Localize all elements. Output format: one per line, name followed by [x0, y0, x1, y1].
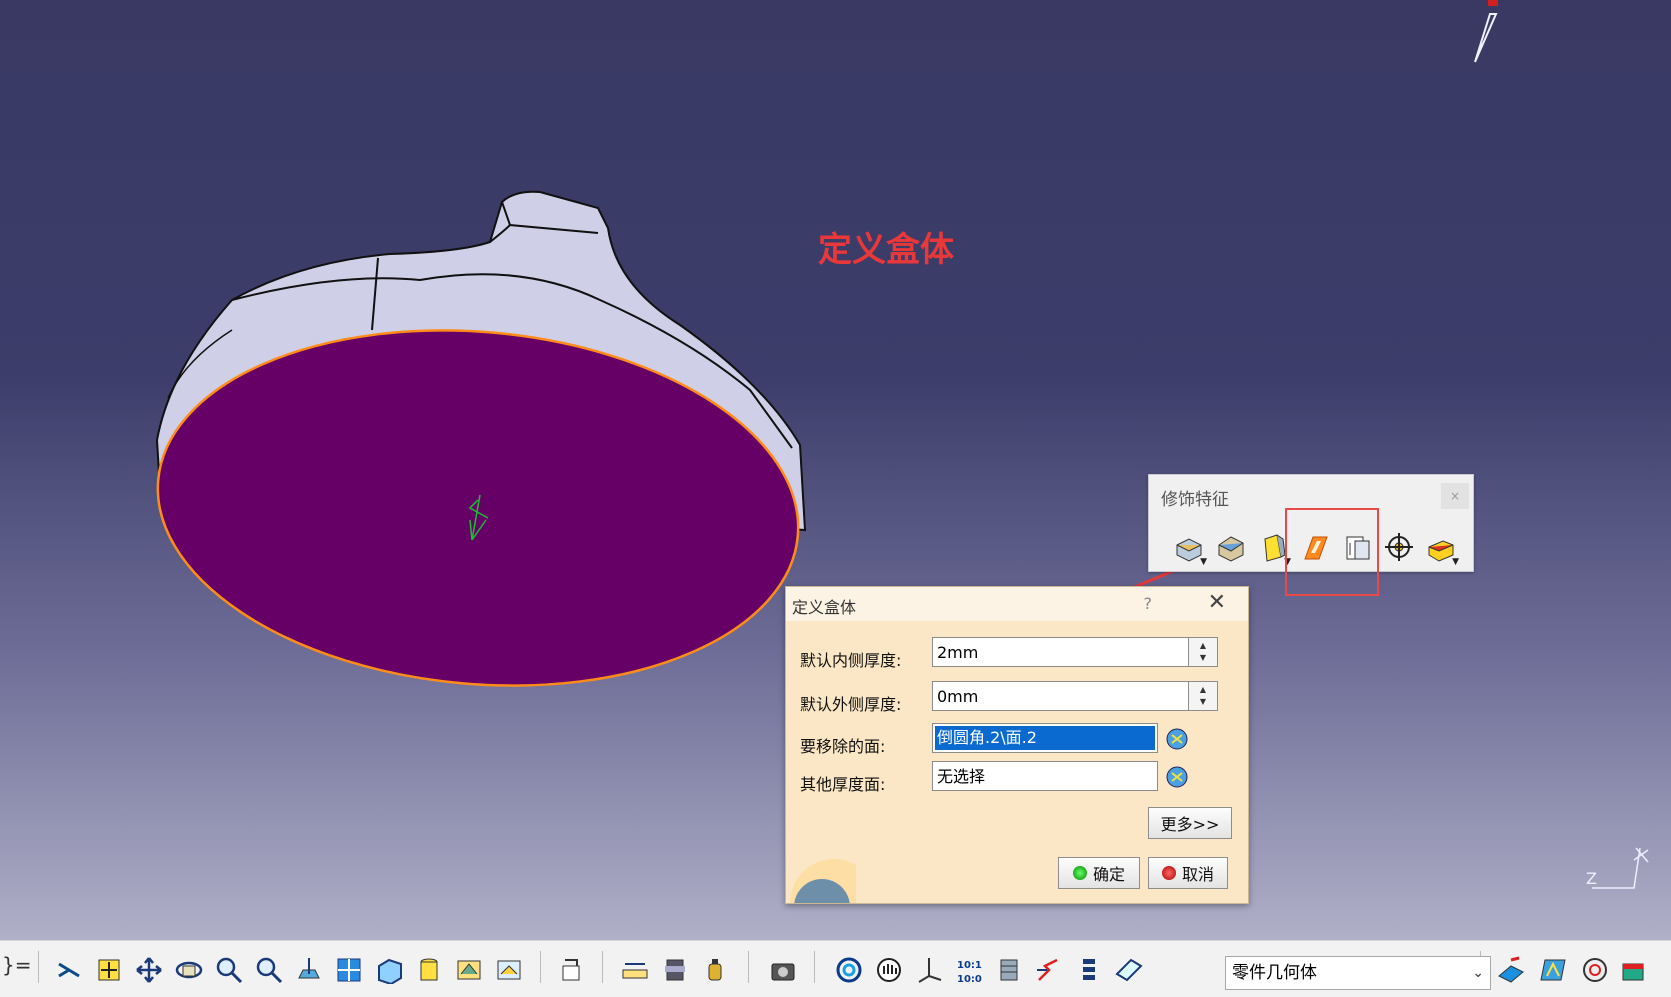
iso-view-icon[interactable]: [374, 955, 404, 985]
current-body-value: 零件几何体: [1232, 963, 1317, 983]
svg-text:10:1: 10:1: [957, 960, 982, 971]
update-all-icon[interactable]: [556, 955, 586, 985]
svg-text:Z: Z: [1586, 869, 1597, 888]
selection-list-button-2[interactable]: [1162, 761, 1192, 791]
chevron-down-icon: ⌄: [1472, 965, 1484, 981]
outer-thickness-stepper[interactable]: ▲ ▼: [1188, 681, 1218, 711]
zoom-out-icon[interactable]: [254, 955, 284, 985]
toolbar-separator: [540, 951, 541, 983]
more-button[interactable]: 更多>>: [1148, 807, 1232, 839]
update-icon[interactable]: [834, 955, 864, 985]
inner-thickness-label: 默认内侧厚度:: [800, 651, 902, 670]
toolbar-separator: [814, 951, 815, 983]
cancel-button[interactable]: 取消: [1148, 857, 1228, 889]
fit-all-icon[interactable]: [94, 955, 124, 985]
pan-icon[interactable]: [134, 955, 164, 985]
analysis-icon[interactable]: [1580, 955, 1610, 985]
constraint-icon[interactable]: [1034, 955, 1064, 985]
outer-thickness-field[interactable]: 0mm: [932, 681, 1192, 711]
measure-item-icon[interactable]: [660, 955, 690, 985]
faces-to-remove-label: 要移除的面:: [800, 737, 886, 756]
dialog-titlebar[interactable]: 定义盒体 ? ✕: [786, 587, 1248, 621]
toolbar-handle[interactable]: }=: [2, 953, 31, 977]
selection-list-button[interactable]: [1162, 723, 1192, 753]
define-shell-dialog[interactable]: 定义盒体 ? ✕ 默认内侧厚度: 2mm ▲ ▼ 默认外侧厚度: 0mm ▲ ▼ 要…: [785, 586, 1249, 904]
capture-icon[interactable]: [768, 955, 798, 985]
toolbar-separator: [748, 951, 749, 983]
shell-icon-highlight: [1285, 508, 1379, 596]
sketch-icon[interactable]: [1496, 955, 1526, 985]
other-thickness-faces-field[interactable]: 无选择: [932, 761, 1158, 791]
body-icon[interactable]: [994, 955, 1024, 985]
shading-icon[interactable]: [414, 955, 444, 985]
help-button[interactable]: ?: [1144, 594, 1153, 613]
outer-thickness-label: 默认外侧厚度:: [800, 695, 902, 714]
rotate-icon[interactable]: [174, 955, 204, 985]
cancel-label: 取消: [1181, 865, 1214, 884]
measure-icon[interactable]: [620, 955, 650, 985]
multi-view-icon[interactable]: [334, 955, 364, 985]
toolbar-separator: [602, 951, 603, 983]
inner-thickness-stepper[interactable]: ▲ ▼: [1188, 637, 1218, 667]
dialog-title: 定义盒体: [792, 598, 857, 617]
plane-icon[interactable]: [1114, 955, 1144, 985]
compass-icon[interactable]: [1618, 955, 1648, 985]
inner-thickness-field[interactable]: 2mm: [932, 637, 1192, 667]
chamfer-icon[interactable]: [1213, 529, 1249, 565]
tree-icon[interactable]: [1074, 955, 1104, 985]
swap-space-icon[interactable]: [494, 955, 524, 985]
remove-face-icon[interactable]: ▼: [1423, 529, 1459, 567]
fly-mode-icon[interactable]: [54, 955, 84, 985]
other-thickness-faces-label: 其他厚度面:: [800, 775, 886, 794]
axis-icon[interactable]: [914, 955, 944, 985]
ok-label: 确定: [1092, 865, 1125, 884]
svg-text:10:0: 10:0: [957, 974, 982, 984]
toolbar-separator: [38, 951, 39, 983]
faces-to-remove-field[interactable]: 倒圆角.2\面.2: [932, 723, 1158, 753]
zoom-in-icon[interactable]: [214, 955, 244, 985]
surface-icon[interactable]: [1538, 955, 1568, 985]
close-icon[interactable]: ✕: [1208, 590, 1226, 615]
scale-icon[interactable]: 10:1 10:0: [954, 955, 984, 985]
toolbar-close-button[interactable]: ×: [1441, 483, 1469, 509]
hide-show-icon[interactable]: [454, 955, 484, 985]
fillet-icon[interactable]: ▼: [1171, 529, 1207, 567]
grab-icon[interactable]: [874, 955, 904, 985]
current-body-select[interactable]: 零件几何体 ⌄: [1225, 956, 1491, 990]
globe-decoration-icon: [790, 859, 856, 903]
thread-icon[interactable]: [1381, 529, 1417, 565]
toolbar-title: 修饰特征: [1161, 490, 1229, 510]
cancel-icon: [1161, 866, 1176, 880]
annotation-label: 定义盒体: [818, 230, 954, 270]
ok-icon: [1072, 866, 1087, 880]
faces-to-remove-value: 倒圆角.2\面.2: [935, 726, 1155, 750]
normal-view-icon[interactable]: [294, 955, 324, 985]
ok-button[interactable]: 确定: [1058, 857, 1140, 889]
mass-icon[interactable]: [700, 955, 730, 985]
